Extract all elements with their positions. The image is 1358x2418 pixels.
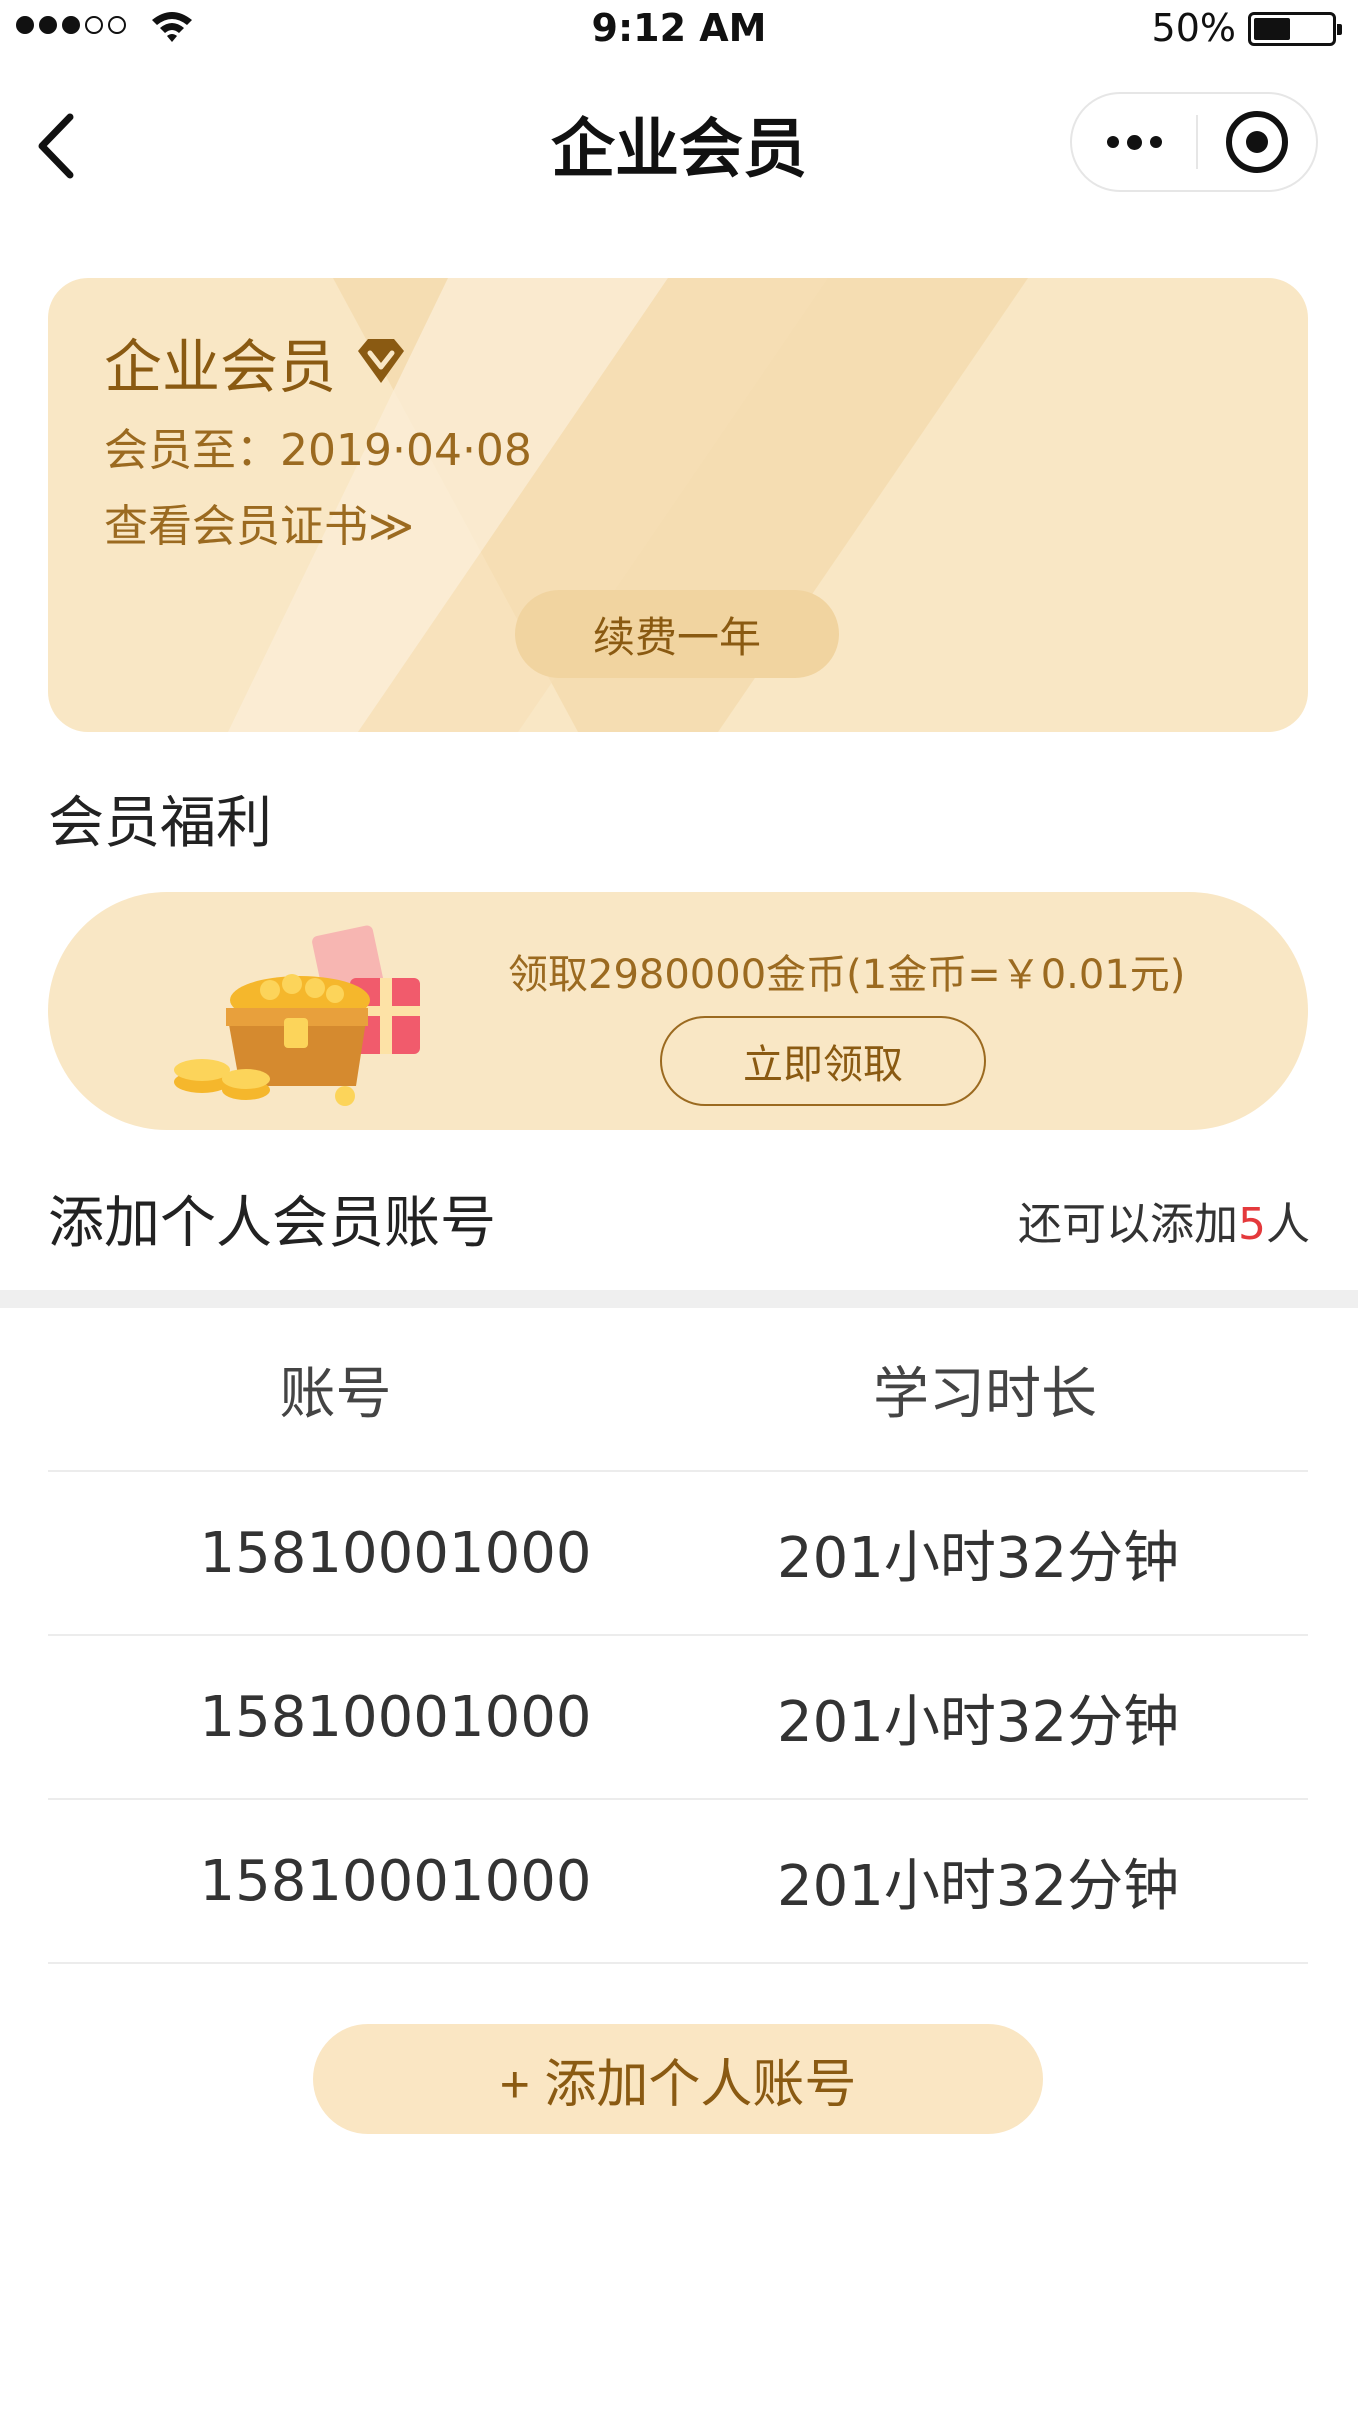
benefit-description: 领取2980000金币(1金币=￥0.01元): [508, 952, 1186, 998]
account-cell: 15810001000: [199, 1520, 592, 1586]
column-header-duration: 学习时长: [873, 1361, 1097, 1427]
battery-icon: [1248, 12, 1342, 46]
section-divider: [0, 1290, 1358, 1308]
vip-diamond-icon: [358, 339, 405, 383]
treasure-chest-icon: [174, 925, 420, 1106]
target-circle-icon: [1226, 111, 1288, 173]
benefit-banner: 领取2980000金币(1金币=￥0.01元) 立即领取: [48, 892, 1308, 1130]
table-row: 15810001000 201小时32分钟: [48, 1472, 1308, 1636]
table-row: 15810001000 201小时32分钟: [48, 1800, 1308, 1964]
view-certificate-link[interactable]: 查看会员证书≫: [104, 490, 414, 554]
remaining-suffix: 人: [1266, 1199, 1310, 1250]
member-card: 企业会员 会员至：2019·04·08 查看会员证书≫ 续费一年: [48, 278, 1308, 732]
column-header-account: 账号: [279, 1361, 392, 1427]
duration-cell: 201小时32分钟: [777, 1689, 1180, 1755]
renew-button[interactable]: 续费一年: [515, 590, 839, 678]
duration-cell: 201小时32分钟: [777, 1525, 1180, 1591]
membership-expiry: 会员至：2019·04·08: [104, 425, 532, 476]
nav-bar: 企业会员: [0, 60, 1358, 230]
close-miniprogram-button[interactable]: [1198, 111, 1316, 173]
duration-cell: 201小时32分钟: [777, 1853, 1180, 1919]
table-header: 账号 学习时长: [48, 1308, 1308, 1472]
accounts-table: 账号 学习时长 15810001000 201小时32分钟 1581000100…: [48, 1308, 1308, 1964]
card-title-text: 企业会员: [104, 333, 337, 401]
add-personal-account-button[interactable]: + 添加个人账号: [313, 2024, 1043, 2134]
battery-percent: 50%: [1151, 6, 1236, 50]
account-cell: 15810001000: [199, 1684, 592, 1750]
status-bar: 9:12 AM 50%: [0, 0, 1358, 56]
more-dots-icon: [1106, 136, 1119, 148]
mini-program-capsule: [1070, 92, 1318, 192]
card-title: 企业会员: [104, 320, 410, 404]
benefits-section-title: 会员福利: [48, 791, 272, 856]
remaining-count: 5: [1238, 1199, 1266, 1250]
remaining-prefix: 还可以添加: [1018, 1199, 1238, 1250]
account-cell: 15810001000: [199, 1848, 592, 1914]
table-row: 15810001000 201小时32分钟: [48, 1636, 1308, 1800]
more-button[interactable]: [1072, 94, 1196, 190]
accounts-section-title: 添加个人会员账号: [48, 1191, 496, 1256]
remaining-quota: 还可以添加5人: [1018, 1188, 1310, 1252]
claim-now-button[interactable]: 立即领取: [660, 1016, 986, 1106]
